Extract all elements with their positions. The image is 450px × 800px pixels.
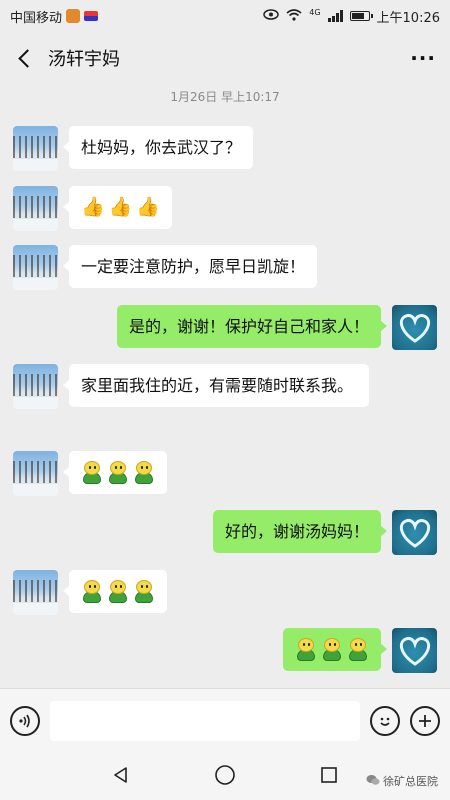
message-bubble[interactable]: 是的，谢谢！保护好自己和家人！ xyxy=(116,305,388,348)
chick-emoji-icon xyxy=(81,580,103,603)
message-bubble[interactable] xyxy=(283,628,387,671)
watermark: 徐矿总医院 xyxy=(366,773,438,789)
chick-emoji-icon xyxy=(347,638,369,661)
message-received: 👍 👍 👍 xyxy=(13,186,173,231)
chick-emoji-icon xyxy=(133,580,155,603)
chick-emoji-icon xyxy=(107,580,129,603)
watermark-text: 徐矿总医院 xyxy=(383,775,438,788)
flag-notification-icon xyxy=(84,11,99,21)
chick-emoji-icon xyxy=(107,461,129,484)
my-avatar[interactable] xyxy=(392,510,437,555)
message-bubble[interactable]: 家里面我住的近，有需要随时联系我。 xyxy=(63,364,369,407)
message-bubble[interactable] xyxy=(63,451,167,494)
my-avatar[interactable] xyxy=(392,305,437,350)
emoji-row xyxy=(81,579,155,604)
contact-avatar[interactable] xyxy=(13,364,58,409)
status-left: 中国移动 xyxy=(10,7,99,26)
more-options-icon[interactable]: ··· xyxy=(410,46,436,70)
message-sent: 是的，谢谢！保护好自己和家人！ xyxy=(116,305,437,350)
message-bubble[interactable]: 好的，谢谢汤妈妈！ xyxy=(212,510,388,553)
thumbs-up-icon: 👍 xyxy=(136,196,161,218)
carrier-name: 中国移动 xyxy=(10,10,63,26)
nav-back-icon[interactable] xyxy=(111,765,131,789)
emoji-picker-icon[interactable] xyxy=(370,706,400,736)
message-received: 家里面我住的近，有需要随时联系我。 xyxy=(13,364,369,409)
chick-emoji-icon xyxy=(321,638,343,661)
message-sent xyxy=(283,628,437,673)
contact-avatar[interactable] xyxy=(13,186,58,231)
message-bubble[interactable]: 杜妈妈，你去武汉了？ xyxy=(62,126,254,169)
status-right: 4G 上午10:26 xyxy=(263,7,440,26)
wechat-logo-icon xyxy=(366,774,380,789)
add-more-icon[interactable] xyxy=(410,706,440,736)
message-bubble[interactable]: 一定要注意防护，愿早日凯旋！ xyxy=(62,245,318,288)
message-input-bar xyxy=(0,688,450,753)
my-avatar[interactable] xyxy=(392,628,437,673)
back-arrow-icon[interactable] xyxy=(14,47,36,69)
battery-icon xyxy=(349,11,373,21)
message-received: 一定要注意防护，愿早日凯旋！ xyxy=(13,245,318,290)
emoji-row xyxy=(295,637,369,662)
eye-icon xyxy=(263,9,279,23)
emoji-row xyxy=(81,460,155,485)
chick-emoji-icon xyxy=(295,638,317,661)
contact-avatar[interactable] xyxy=(13,451,58,496)
sim-app-icon xyxy=(66,9,81,23)
message-text-input[interactable] xyxy=(50,701,360,741)
message-received xyxy=(13,570,167,615)
message-received: 杜妈妈，你去武汉了？ xyxy=(13,126,254,171)
status-bar: 中国移动 4G 上午10:26 xyxy=(0,0,450,32)
message-timestamp: 1月26日 早上10:17 xyxy=(170,90,280,104)
chick-emoji-icon xyxy=(81,461,103,484)
thumbs-up-icon: 👍 xyxy=(81,196,105,218)
voice-input-icon[interactable] xyxy=(10,706,40,736)
network-type: 4G xyxy=(309,7,321,17)
emoji-row: 👍 👍 👍 xyxy=(81,195,160,220)
message-sent: 好的，谢谢汤妈妈！ xyxy=(212,510,437,555)
message-bubble[interactable]: 👍 👍 👍 xyxy=(62,186,173,229)
nav-home-icon[interactable] xyxy=(214,764,236,790)
status-time: 上午10:26 xyxy=(376,10,440,26)
message-bubble[interactable] xyxy=(63,570,167,613)
contact-avatar[interactable] xyxy=(13,245,58,290)
wifi-icon xyxy=(286,8,302,24)
contact-avatar[interactable] xyxy=(13,126,58,171)
chat-header: 汤轩宇妈 ··· xyxy=(0,32,450,84)
nav-recents-icon[interactable] xyxy=(319,765,339,789)
chick-emoji-icon xyxy=(133,461,155,484)
thumbs-up-icon: 👍 xyxy=(108,196,133,218)
chat-title: 汤轩宇妈 xyxy=(48,49,120,70)
signal-icon xyxy=(327,10,343,22)
message-received xyxy=(13,451,167,496)
contact-avatar[interactable] xyxy=(13,570,58,615)
